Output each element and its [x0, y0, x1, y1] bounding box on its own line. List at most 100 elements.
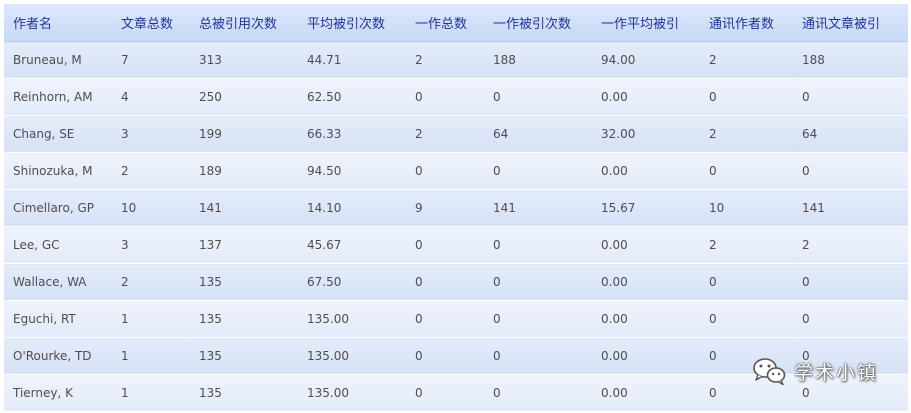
cell-first-author-citations: 0: [484, 374, 592, 412]
cell-author-name: Reinhorn, AM: [4, 78, 112, 116]
cell-first-author-citations: 0: [484, 300, 592, 338]
cell-total-citations: 137: [190, 226, 298, 264]
cell-author-name: O'Rourke, TD: [4, 337, 112, 375]
cell-author-name: Bruneau, M: [4, 41, 112, 79]
cell-first-author-average: 0.00: [592, 78, 700, 116]
cell-first-author-count: 0: [406, 374, 484, 412]
cell-corresponding-count: 0: [700, 152, 793, 190]
cell-first-author-average: 0.00: [592, 226, 700, 264]
cell-corresponding-citations: 141: [793, 189, 908, 227]
cell-author-name: Chang, SE: [4, 115, 112, 153]
cell-first-author-average: 32.00: [592, 115, 700, 153]
cell-first-author-average: 15.67: [592, 189, 700, 227]
cell-article-count: 4: [112, 78, 190, 116]
cell-article-count: 10: [112, 189, 190, 227]
cell-corresponding-citations: 2: [793, 226, 908, 264]
cell-first-author-citations: 188: [484, 41, 592, 79]
author-stats-table: 作者名 文章总数 总被引用次数 平均被引次数 一作总数 一作被引次数 一作平均被…: [4, 4, 908, 412]
cell-first-author-citations: 0: [484, 226, 592, 264]
cell-average-citations: 135.00: [298, 300, 406, 338]
cell-total-citations: 135: [190, 263, 298, 301]
cell-corresponding-count: 0: [700, 78, 793, 116]
cell-total-citations: 135: [190, 374, 298, 412]
cell-corresponding-citations: 188: [793, 41, 908, 79]
cell-article-count: 3: [112, 115, 190, 153]
cell-corresponding-citations: 0: [793, 152, 908, 190]
cell-first-author-count: 0: [406, 152, 484, 190]
column-header-author-name[interactable]: 作者名: [4, 4, 112, 42]
cell-author-name: Shinozuka, M: [4, 152, 112, 190]
table-row: Lee, GC 3 137 45.67 0 0 0.00 2 2: [4, 226, 908, 264]
column-header-corresponding-count[interactable]: 通讯作者数: [700, 4, 793, 42]
cell-first-author-average: 0.00: [592, 337, 700, 375]
cell-first-author-citations: 0: [484, 263, 592, 301]
cell-average-citations: 94.50: [298, 152, 406, 190]
cell-average-citations: 135.00: [298, 337, 406, 375]
cell-first-author-average: 94.00: [592, 41, 700, 79]
table-body: Bruneau, M 7 313 44.71 2 188 94.00 2 188…: [4, 41, 908, 412]
table-row: Wallace, WA 2 135 67.50 0 0 0.00 0 0: [4, 263, 908, 301]
cell-article-count: 1: [112, 374, 190, 412]
cell-first-author-citations: 0: [484, 152, 592, 190]
cell-first-author-count: 2: [406, 115, 484, 153]
cell-article-count: 2: [112, 152, 190, 190]
cell-article-count: 7: [112, 41, 190, 79]
cell-corresponding-count: 0: [700, 337, 793, 375]
cell-first-author-count: 0: [406, 78, 484, 116]
cell-corresponding-count: 2: [700, 226, 793, 264]
table-row: Reinhorn, AM 4 250 62.50 0 0 0.00 0 0: [4, 78, 908, 116]
cell-author-name: Wallace, WA: [4, 263, 112, 301]
cell-corresponding-citations: 0: [793, 337, 908, 375]
cell-article-count: 2: [112, 263, 190, 301]
cell-article-count: 3: [112, 226, 190, 264]
cell-first-author-count: 0: [406, 300, 484, 338]
table-row: Shinozuka, M 2 189 94.50 0 0 0.00 0 0: [4, 152, 908, 190]
cell-author-name: Cimellaro, GP: [4, 189, 112, 227]
cell-author-name: Tierney, K: [4, 374, 112, 412]
column-header-corresponding-citations[interactable]: 通讯文章被引: [793, 4, 908, 42]
table-row: Eguchi, RT 1 135 135.00 0 0 0.00 0 0: [4, 300, 908, 338]
table-row: Bruneau, M 7 313 44.71 2 188 94.00 2 188: [4, 41, 908, 79]
cell-total-citations: 141: [190, 189, 298, 227]
cell-total-citations: 189: [190, 152, 298, 190]
table-row: Tierney, K 1 135 135.00 0 0 0.00 0 0: [4, 374, 908, 412]
cell-corresponding-count: 10: [700, 189, 793, 227]
cell-first-author-average: 0.00: [592, 152, 700, 190]
table-row: Chang, SE 3 199 66.33 2 64 32.00 2 64: [4, 115, 908, 153]
cell-total-citations: 199: [190, 115, 298, 153]
cell-author-name: Lee, GC: [4, 226, 112, 264]
cell-average-citations: 45.67: [298, 226, 406, 264]
cell-corresponding-count: 0: [700, 300, 793, 338]
cell-average-citations: 135.00: [298, 374, 406, 412]
cell-first-author-count: 0: [406, 226, 484, 264]
cell-total-citations: 250: [190, 78, 298, 116]
cell-first-author-citations: 64: [484, 115, 592, 153]
table-row: Cimellaro, GP 10 141 14.10 9 141 15.67 1…: [4, 189, 908, 227]
table-header-row: 作者名 文章总数 总被引用次数 平均被引次数 一作总数 一作被引次数 一作平均被…: [4, 4, 908, 42]
cell-total-citations: 135: [190, 337, 298, 375]
cell-corresponding-citations: 0: [793, 263, 908, 301]
cell-corresponding-citations: 0: [793, 300, 908, 338]
cell-article-count: 1: [112, 300, 190, 338]
cell-first-author-citations: 0: [484, 78, 592, 116]
cell-first-author-citations: 141: [484, 189, 592, 227]
cell-average-citations: 44.71: [298, 41, 406, 79]
cell-first-author-average: 0.00: [592, 263, 700, 301]
table-row: O'Rourke, TD 1 135 135.00 0 0 0.00 0 0: [4, 337, 908, 375]
column-header-first-author-average[interactable]: 一作平均被引: [592, 4, 700, 42]
cell-first-author-average: 0.00: [592, 300, 700, 338]
column-header-first-author-citations[interactable]: 一作被引次数: [484, 4, 592, 42]
column-header-total-citations[interactable]: 总被引用次数: [190, 4, 298, 42]
cell-average-citations: 14.10: [298, 189, 406, 227]
cell-first-author-average: 0.00: [592, 374, 700, 412]
cell-author-name: Eguchi, RT: [4, 300, 112, 338]
cell-corresponding-count: 0: [700, 263, 793, 301]
cell-first-author-count: 2: [406, 41, 484, 79]
cell-average-citations: 62.50: [298, 78, 406, 116]
column-header-article-count[interactable]: 文章总数: [112, 4, 190, 42]
cell-article-count: 1: [112, 337, 190, 375]
column-header-average-citations[interactable]: 平均被引次数: [298, 4, 406, 42]
author-stats-panel: 作者名 文章总数 总被引用次数 平均被引次数 一作总数 一作被引次数 一作平均被…: [0, 0, 911, 413]
cell-corresponding-count: 2: [700, 115, 793, 153]
column-header-first-author-count[interactable]: 一作总数: [406, 4, 484, 42]
